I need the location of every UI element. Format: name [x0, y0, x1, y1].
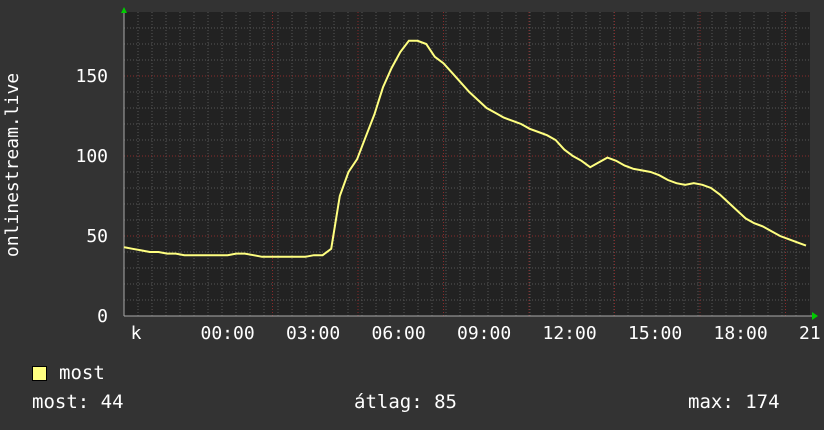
chart: 0 50 100 150 k 00:00 03:00 06:00 09:00 12:00 15:0…: [2, 7, 824, 344]
y-axis-arrow-icon: [121, 7, 127, 13]
stat-current: most: 44: [32, 391, 124, 413]
x-tick-label: k: [131, 323, 142, 344]
x-tick-label: 12:00: [543, 323, 597, 344]
y-tick-label: 150: [75, 66, 108, 87]
stat-max: max: 174: [688, 391, 780, 413]
y-tick-label: 0: [97, 306, 108, 327]
y-tick-labels: 0 50 100 150: [75, 66, 108, 327]
x-tick-label: 03:00: [286, 323, 340, 344]
stat-average: átlag: 85: [354, 391, 457, 413]
y-axis-label: onlinestream.live: [2, 73, 23, 257]
y-tick-label: 100: [75, 146, 108, 167]
x-tick-labels: k 00:00 03:00 06:00 09:00 12:00 15:00 18:00 21:0…: [131, 323, 824, 344]
x-tick-label: 06:00: [372, 323, 426, 344]
x-axis-arrow-icon: [812, 312, 818, 320]
x-tick-label: 15:00: [628, 323, 682, 344]
x-tick-label: 09:00: [457, 323, 511, 344]
legend-swatch-most: [32, 365, 47, 381]
plot-area: [124, 12, 810, 316]
x-tick-label: 00:00: [201, 323, 255, 344]
x-tick-label: 21:00: [799, 323, 824, 344]
x-tick-label: 18:00: [714, 323, 768, 344]
legend: most: [32, 362, 105, 384]
legend-label-most: most: [59, 362, 105, 384]
y-tick-label: 50: [86, 226, 108, 247]
